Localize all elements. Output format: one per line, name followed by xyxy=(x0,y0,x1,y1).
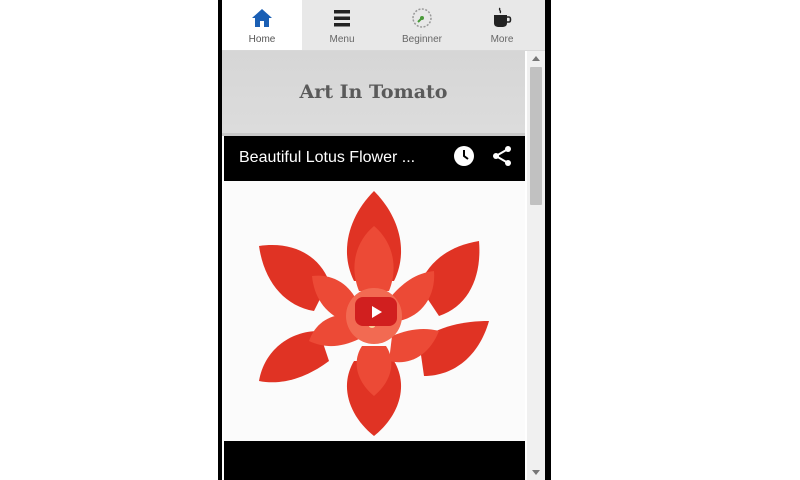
tab-menu[interactable]: Menu xyxy=(302,0,382,50)
scroll-up-arrow-icon[interactable] xyxy=(527,51,545,65)
tab-bar: Home Menu Beginner More xyxy=(222,0,545,51)
scroll-down-arrow-icon[interactable] xyxy=(527,466,545,480)
tab-beginner[interactable]: Beginner xyxy=(382,0,462,50)
gauge-icon xyxy=(382,7,462,29)
play-button[interactable] xyxy=(355,297,397,326)
device-frame: Home Menu Beginner More Art In Tomato Be… xyxy=(218,0,551,480)
tab-beginner-label: Beginner xyxy=(401,34,443,45)
tab-more[interactable]: More xyxy=(462,0,542,50)
menu-icon xyxy=(302,7,382,29)
video-thumbnail[interactable] xyxy=(224,181,525,441)
tab-menu-label: Menu xyxy=(329,34,355,45)
watch-later-icon[interactable] xyxy=(453,145,475,172)
share-icon[interactable] xyxy=(491,145,513,172)
tab-more-label: More xyxy=(490,34,514,45)
page-title: Art In Tomato xyxy=(299,81,448,103)
scrollbar-thumb[interactable] xyxy=(530,67,542,205)
main-content: Art In Tomato Beautiful Lotus Flower ... xyxy=(222,51,525,480)
video-player[interactable]: Beautiful Lotus Flower ... xyxy=(224,136,525,480)
coffee-cup-icon xyxy=(462,7,542,29)
tab-home[interactable]: Home xyxy=(222,0,302,50)
video-title[interactable]: Beautiful Lotus Flower ... xyxy=(239,149,453,167)
video-header: Beautiful Lotus Flower ... xyxy=(224,136,525,180)
page-header: Art In Tomato xyxy=(222,51,525,136)
app-screen: Home Menu Beginner More Art In Tomato Be… xyxy=(222,0,545,480)
home-icon xyxy=(222,7,302,29)
vertical-scrollbar[interactable] xyxy=(527,51,545,480)
tab-home-label: Home xyxy=(248,34,276,45)
